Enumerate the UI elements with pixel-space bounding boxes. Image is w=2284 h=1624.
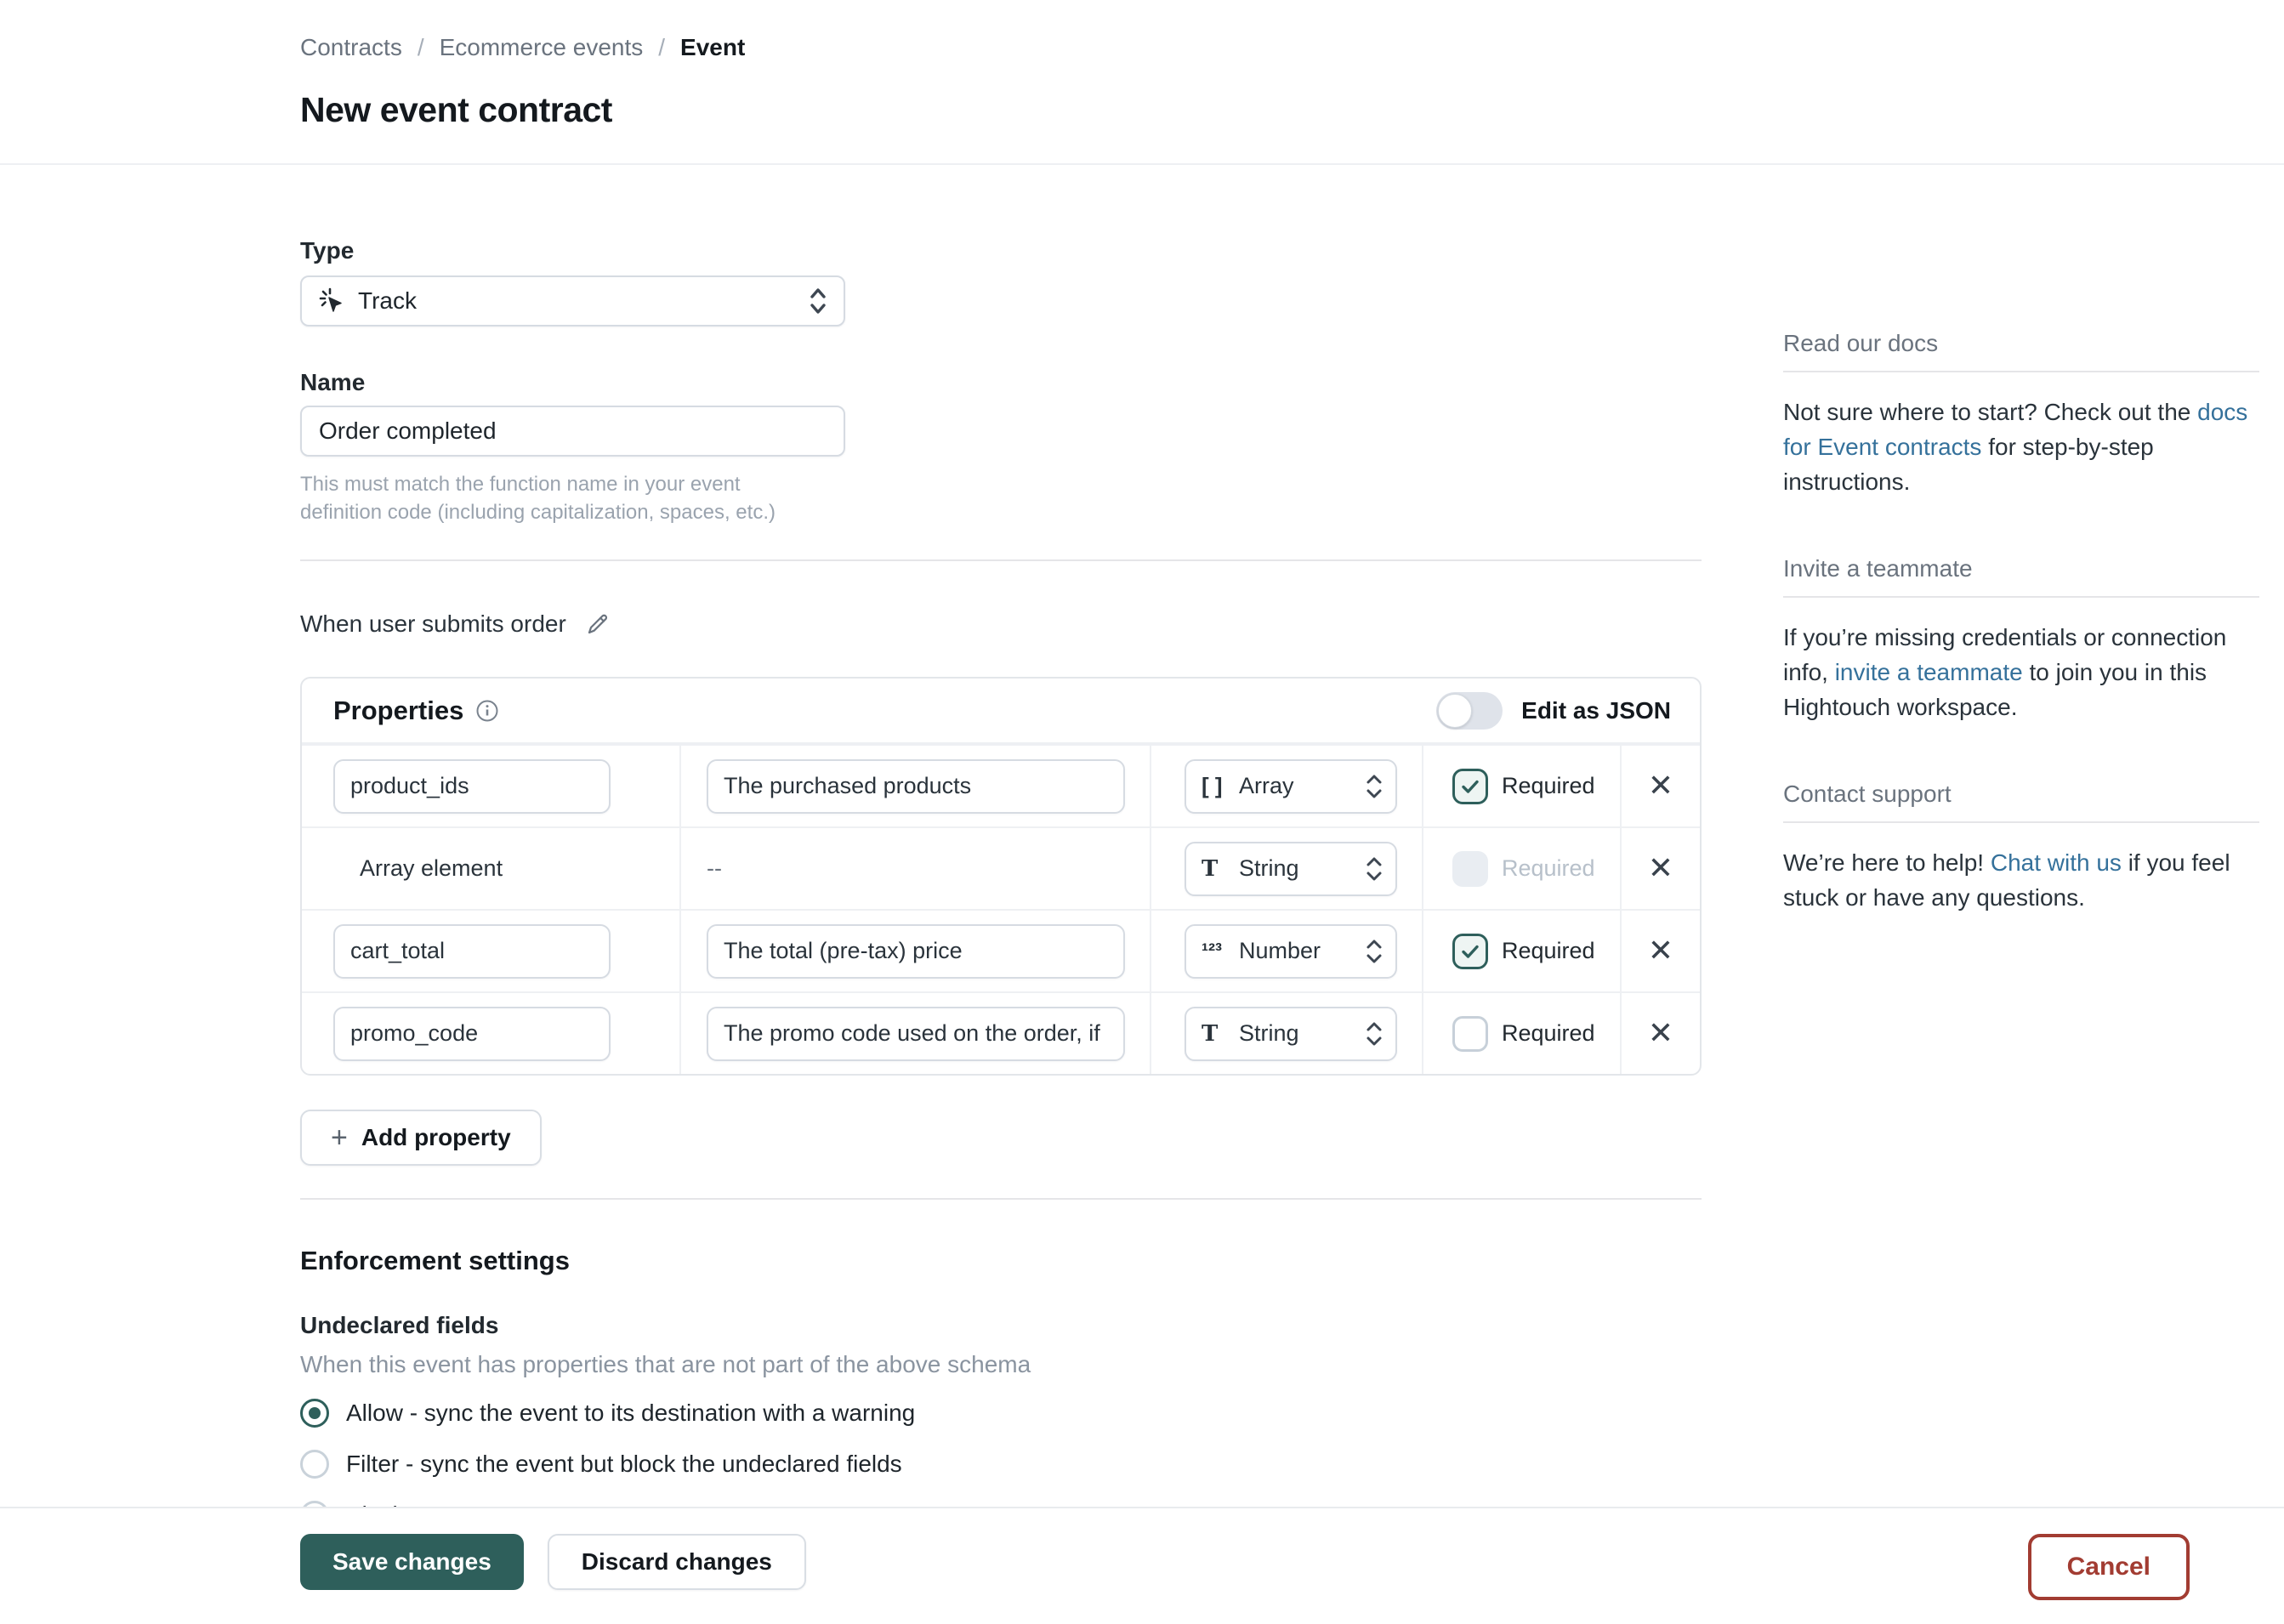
property-description-input[interactable] <box>707 1007 1125 1061</box>
track-cursor-icon <box>317 287 344 315</box>
required-checkbox[interactable] <box>1452 1016 1488 1052</box>
event-description-text: When user submits order <box>300 610 566 638</box>
page-header: Contracts / Ecommerce events / Event New… <box>0 0 2284 165</box>
action-footer: Save changes Discard changes Cancel <box>0 1507 2284 1624</box>
cancel-button[interactable]: Cancel <box>2028 1534 2190 1600</box>
support-heading: Contact support <box>1783 781 2259 808</box>
property-name-input[interactable] <box>333 759 611 814</box>
required-checkbox[interactable] <box>1452 934 1488 969</box>
name-label: Name <box>300 369 1702 397</box>
form-column: Type Track <box>300 237 1702 1531</box>
property-row-cart-total: ¹²³ Number Required <box>302 909 1700 991</box>
chevron-up-down-icon <box>1365 1017 1383 1051</box>
divider <box>1783 821 2259 823</box>
breadcrumb-contracts[interactable]: Contracts <box>300 34 402 61</box>
support-section: Contact support We’re here to help! Chat… <box>1783 781 2259 915</box>
radio-allow[interactable]: Allow - sync the event to its destinatio… <box>300 1397 1702 1429</box>
property-row-array-element: Array element -- T String Re <box>302 826 1700 909</box>
breadcrumb-separator: / <box>658 34 665 61</box>
array-element-description: -- <box>681 855 722 882</box>
edit-as-json-toggle[interactable] <box>1436 692 1503 730</box>
breadcrumb-separator: / <box>418 34 424 61</box>
property-row-promo-code: T String Required ✕ <box>302 991 1700 1074</box>
remove-property-icon[interactable]: ✕ <box>1648 771 1673 802</box>
undeclared-fields-label: Undeclared fields <box>300 1312 1702 1339</box>
type-select-value: Track <box>358 287 808 315</box>
edit-pencil-icon[interactable] <box>585 611 611 637</box>
property-row-product-ids: [ ] Array Required <box>302 744 1700 826</box>
section-divider <box>300 559 1702 561</box>
string-type-icon: T <box>1202 1021 1239 1047</box>
type-select[interactable]: Track <box>300 275 845 327</box>
properties-title: Properties <box>333 696 463 726</box>
properties-card: Properties Edit as JSON <box>300 677 1702 1076</box>
string-type-icon: T <box>1202 856 1239 882</box>
invite-section: Invite a teammate If you’re missing cred… <box>1783 555 2259 724</box>
invite-teammate-link[interactable]: invite a teammate <box>1835 659 2023 685</box>
breadcrumb-current: Event <box>680 34 745 61</box>
new-event-contract-page: Contracts / Ecommerce events / Event New… <box>0 0 2284 1624</box>
divider <box>1783 596 2259 598</box>
radio-unselected-icon <box>300 1450 329 1479</box>
breadcrumb: Contracts / Ecommerce events / Event <box>300 31 2284 65</box>
name-input[interactable] <box>300 406 845 457</box>
discard-changes-button[interactable]: Discard changes <box>548 1534 806 1590</box>
type-select[interactable]: T String <box>1185 842 1397 896</box>
breadcrumb-ecommerce-events[interactable]: Ecommerce events <box>440 34 644 61</box>
property-name-input[interactable] <box>333 1007 611 1061</box>
plus-icon: + <box>331 1121 348 1155</box>
type-label: Type <box>300 237 1702 265</box>
enforcement-settings-title: Enforcement settings <box>300 1246 1702 1276</box>
property-description-input[interactable] <box>707 759 1125 814</box>
chevron-up-down-icon <box>1365 934 1383 968</box>
radio-selected-icon <box>300 1399 329 1428</box>
number-type-icon: ¹²³ <box>1202 940 1239 963</box>
name-helper-text: This must match the function name in you… <box>300 470 827 526</box>
info-icon <box>475 699 499 723</box>
save-changes-button[interactable]: Save changes <box>300 1534 524 1590</box>
chevron-up-down-icon <box>1365 769 1383 803</box>
name-field-group: Name This must match the function name i… <box>300 369 1702 526</box>
required-checkbox[interactable] <box>1452 769 1488 804</box>
help-sidebar: Read our docs Not sure where to start? C… <box>1783 330 2259 971</box>
section-divider <box>300 1198 1702 1200</box>
chat-with-us-link[interactable]: Chat with us <box>1991 849 2122 876</box>
array-element-label: Array element <box>302 855 503 882</box>
support-text: We’re here to help! <box>1783 849 1991 876</box>
required-checkbox-disabled <box>1452 851 1488 887</box>
edit-as-json-label: Edit as JSON <box>1521 697 1671 724</box>
type-field-group: Type Track <box>300 237 1702 327</box>
invite-heading: Invite a teammate <box>1783 555 2259 582</box>
remove-property-icon[interactable]: ✕ <box>1648 1019 1673 1049</box>
chevron-up-down-icon <box>808 282 828 320</box>
docs-text: Not sure where to start? Check out the <box>1783 399 2197 425</box>
docs-section: Read our docs Not sure where to start? C… <box>1783 330 2259 499</box>
docs-heading: Read our docs <box>1783 330 2259 357</box>
undeclared-fields-description: When this event has properties that are … <box>300 1351 1702 1378</box>
check-icon <box>1459 940 1481 962</box>
properties-card-header: Properties Edit as JSON <box>302 679 1700 744</box>
event-description-row: When user submits order <box>300 609 1702 639</box>
array-type-icon: [ ] <box>1202 773 1239 799</box>
type-select[interactable]: [ ] Array <box>1185 759 1397 814</box>
property-description-input[interactable] <box>707 924 1125 979</box>
chevron-up-down-icon <box>1365 852 1383 886</box>
remove-property-icon[interactable]: ✕ <box>1648 854 1673 884</box>
page-title: New event contract <box>300 90 2284 130</box>
add-property-button[interactable]: + Add property <box>300 1110 542 1166</box>
radio-filter[interactable]: Filter - sync the event but block the un… <box>300 1448 1702 1480</box>
divider <box>1783 371 2259 372</box>
type-select[interactable]: T String <box>1185 1007 1397 1061</box>
remove-property-icon[interactable]: ✕ <box>1648 936 1673 967</box>
type-select[interactable]: ¹²³ Number <box>1185 924 1397 979</box>
property-name-input[interactable] <box>333 924 611 979</box>
check-icon <box>1459 775 1481 798</box>
